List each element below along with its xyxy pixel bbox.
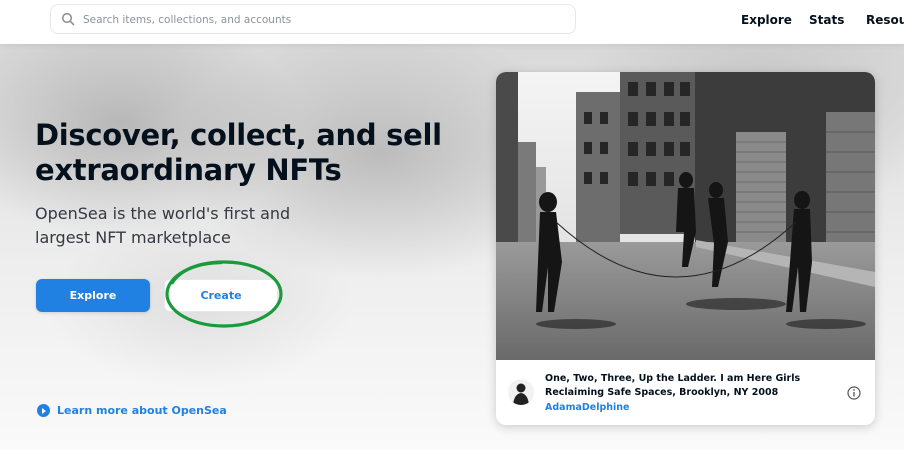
nav-resources-link[interactable]: Resour: [866, 13, 904, 27]
search-input[interactable]: [81, 5, 565, 35]
top-navigation-bar: Explore Stats Resour: [0, 0, 904, 44]
artwork-title: One, Two, Three, Up the Ladder. I am Her…: [545, 373, 801, 398]
avatar-figure-icon: [513, 383, 529, 405]
nav-stats-link[interactable]: Stats: [809, 13, 844, 27]
hero-title: Discover, collect, and sell extraordinar…: [35, 118, 442, 187]
learn-more-label: Learn more about OpenSea: [57, 404, 227, 417]
explore-button[interactable]: Explore: [36, 279, 150, 312]
featured-nft-card[interactable]: One, Two, Three, Up the Ladder. I am Her…: [496, 72, 875, 425]
hero-subtitle: OpenSea is the world's first and largest…: [35, 204, 291, 247]
search-icon: [61, 12, 75, 26]
artist-avatar[interactable]: [508, 379, 534, 405]
search-bar[interactable]: [50, 4, 576, 35]
featured-nft-info: One, Two, Three, Up the Ladder. I am Her…: [496, 360, 875, 425]
create-button[interactable]: Create: [164, 279, 278, 312]
info-icon[interactable]: [847, 386, 861, 400]
featured-nft-image[interactable]: [496, 72, 875, 360]
nav-explore-link[interactable]: Explore: [741, 13, 792, 27]
learn-more-link[interactable]: Learn more about OpenSea: [37, 404, 227, 417]
play-icon: [37, 404, 50, 417]
artist-name-link[interactable]: AdamaDelphine: [545, 402, 629, 413]
